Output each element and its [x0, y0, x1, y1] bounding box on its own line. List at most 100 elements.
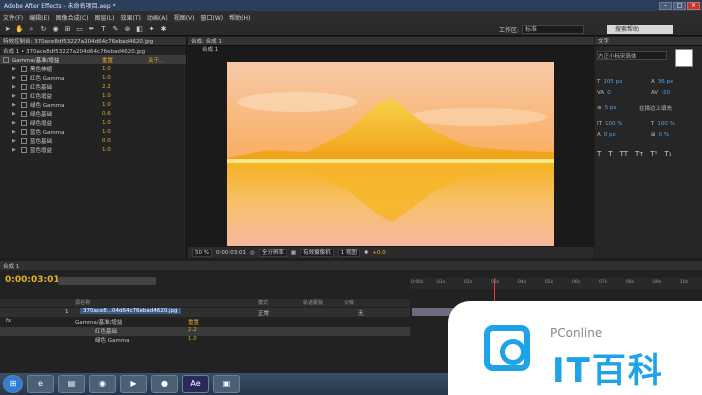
superscript-icon[interactable]: T¹: [650, 150, 657, 158]
effect-param-row[interactable]: ▶ 红色基础 2.2: [0, 82, 186, 91]
eraser-tool-icon[interactable]: ◧: [135, 25, 144, 34]
subscript-icon[interactable]: T₁: [664, 150, 671, 158]
all-caps-icon[interactable]: TT: [620, 150, 628, 158]
expand-triangle-icon[interactable]: ▶: [12, 129, 16, 135]
views-select[interactable]: 1 视图: [337, 248, 360, 257]
after-effects-icon[interactable]: Ae: [182, 375, 209, 393]
zoom-select[interactable]: 50 %: [192, 248, 212, 257]
snapshot-icon[interactable]: ◎: [250, 250, 255, 256]
camera-tool-icon[interactable]: ◉: [51, 25, 60, 34]
timeline-effect-reset[interactable]: 重置: [188, 318, 199, 326]
layer-mode-select[interactable]: 正常: [258, 309, 269, 317]
menu-help[interactable]: 帮助(H): [229, 13, 250, 22]
param-value[interactable]: 1.0: [102, 93, 111, 99]
menu-composition[interactable]: 图像合成(C): [56, 13, 89, 22]
resolution-select[interactable]: 全分辨率: [258, 248, 287, 257]
baseline-field[interactable]: A0 px: [597, 130, 616, 139]
menu-edit[interactable]: 编辑(E): [29, 13, 49, 22]
font-family-select[interactable]: 方正小标宋简体: [597, 51, 667, 60]
effect-row[interactable]: fx Gamma/基准/增益 重置: [0, 318, 410, 327]
rotate-tool-icon[interactable]: ↻: [39, 25, 48, 34]
close-button[interactable]: ×: [687, 1, 700, 10]
effect-controls-tab[interactable]: 特效控制台: 370ace8df53227a204d64c76ebad4620.…: [0, 37, 186, 46]
ie-browser-icon[interactable]: e: [27, 375, 54, 393]
roto-tool-icon[interactable]: ✦: [147, 25, 156, 34]
menu-window[interactable]: 窗口(W): [200, 13, 223, 22]
composition-sub-tab[interactable]: 合成 1: [188, 46, 594, 55]
brush-tool-icon[interactable]: ✎: [111, 25, 120, 34]
help-search-input[interactable]: 搜索帮助: [607, 25, 673, 34]
effect-header[interactable]: Gamma/基准/增益 重置 关于...: [0, 55, 186, 64]
file-explorer-icon[interactable]: ▤: [58, 375, 85, 393]
param-value[interactable]: 0.0: [102, 138, 111, 144]
exposure-icon[interactable]: ✺: [364, 250, 369, 256]
composition-canvas[interactable]: [227, 62, 554, 246]
expand-triangle-icon[interactable]: ▶: [12, 93, 16, 99]
camera-select[interactable]: 有效摄像机: [300, 248, 334, 257]
hand-tool-icon[interactable]: ✋: [15, 25, 24, 34]
timeline-timecode[interactable]: 0:00:03:01: [5, 275, 60, 285]
column-parent[interactable]: 父级: [344, 299, 354, 306]
param-value[interactable]: 2.2: [102, 84, 111, 90]
stopwatch-icon[interactable]: [21, 92, 27, 99]
effect-param-row[interactable]: ▶ 红色 Gamma 1.0: [0, 73, 186, 82]
column-track-matte[interactable]: 轨道蒙版: [303, 299, 323, 306]
stopwatch-icon[interactable]: [21, 83, 27, 90]
param-value[interactable]: 0.6: [102, 111, 111, 117]
green-app-icon[interactable]: ●: [151, 375, 178, 393]
firefox-icon[interactable]: ◉: [89, 375, 116, 393]
param-value[interactable]: 1.0: [102, 147, 111, 153]
zoom-tool-icon[interactable]: ⌕: [27, 25, 36, 34]
layer-row[interactable]: 1 370ace8...04d64c76ebad4620.jpg 正常 无: [0, 308, 410, 317]
tracking-value[interactable]: -50: [661, 90, 670, 96]
menu-view[interactable]: 视图(V): [174, 13, 195, 22]
fx-toggle-icon[interactable]: [3, 56, 9, 63]
effect-param-row[interactable]: ▶ 蓝色基础 0.0: [0, 136, 186, 145]
effect-param-row[interactable]: ▶ 蓝色增益 1.0: [0, 145, 186, 154]
stopwatch-icon[interactable]: [21, 128, 27, 135]
layer-name[interactable]: 370ace8...04d64c76ebad4620.jpg: [80, 308, 181, 314]
effect-param-row[interactable]: ▶ 蓝色 Gamma 1.0: [0, 127, 186, 136]
effect-param-row[interactable]: ▶ 黑色伸缩 1.0: [0, 64, 186, 73]
vertical-scale-value[interactable]: 100 %: [605, 121, 622, 127]
expand-triangle-icon[interactable]: ▶: [12, 75, 16, 81]
effect-param-row[interactable]: ▶ 绿色基础 0.6: [0, 109, 186, 118]
param-value[interactable]: 1.0: [102, 129, 111, 135]
column-mode[interactable]: 模式: [258, 299, 268, 306]
kerning-field[interactable]: VA 0: [597, 88, 611, 97]
effect-param-row[interactable]: ▶ 红色增益 1.0: [0, 91, 186, 100]
property-value[interactable]: 2.2: [188, 327, 197, 333]
effect-reset-link[interactable]: 重置: [102, 56, 113, 64]
expand-triangle-icon[interactable]: ▶: [12, 120, 16, 126]
baseline-value[interactable]: 0 px: [604, 132, 616, 138]
layer-parent-select[interactable]: 无: [358, 309, 364, 317]
stroke-width-value[interactable]: 5 px: [605, 105, 617, 111]
timeline-tab[interactable]: 合成 1: [0, 261, 702, 270]
stopwatch-icon[interactable]: [21, 101, 27, 108]
tsume-field[interactable]: ⊞ 0 %: [651, 130, 669, 139]
region-icon[interactable]: ▦: [291, 250, 296, 256]
folder-app-icon[interactable]: ▣: [213, 375, 240, 393]
text-tool-icon[interactable]: T: [99, 25, 108, 34]
fill-color-swatch[interactable]: [675, 49, 693, 67]
expand-triangle-icon[interactable]: ▶: [12, 66, 16, 72]
selection-tool-icon[interactable]: ➤: [3, 25, 12, 34]
kerning-value[interactable]: 0: [607, 90, 611, 96]
horizontal-scale-value[interactable]: 100 %: [657, 121, 674, 127]
timeline-search-input[interactable]: [58, 277, 156, 285]
faux-bold-icon[interactable]: T: [597, 150, 601, 158]
tsume-value[interactable]: 0 %: [659, 132, 669, 138]
stopwatch-icon[interactable]: [21, 119, 27, 126]
menu-file[interactable]: 文件(F): [3, 13, 23, 22]
stopwatch-icon[interactable]: [21, 110, 27, 117]
exposure-value[interactable]: +0.0: [372, 250, 385, 256]
param-value[interactable]: 1.0: [102, 66, 111, 72]
effect-param-row[interactable]: ▶ 绿色 Gamma 1.0: [0, 100, 186, 109]
character-tab[interactable]: 文字: [595, 37, 702, 46]
workspace-select[interactable]: 标准: [522, 25, 585, 34]
expand-triangle-icon[interactable]: ▶: [12, 102, 16, 108]
property-row[interactable]: 绿色 Gamma 1.0: [0, 336, 410, 345]
minimize-button[interactable]: –: [659, 1, 672, 10]
menu-layer[interactable]: 图层(L): [95, 13, 115, 22]
start-button-icon[interactable]: ⊞: [3, 375, 23, 393]
